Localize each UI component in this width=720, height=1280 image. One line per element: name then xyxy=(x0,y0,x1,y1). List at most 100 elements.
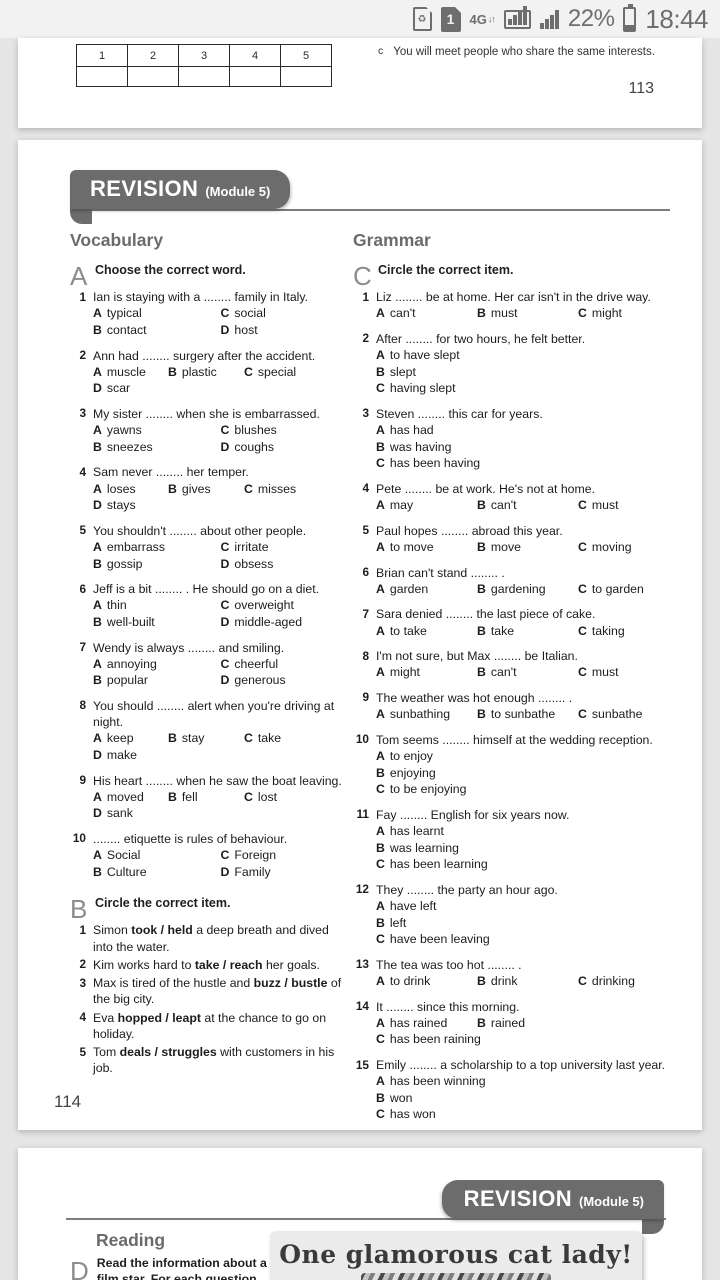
question-option[interactable]: Bcan't xyxy=(477,664,565,681)
question-option[interactable]: Bwell-built xyxy=(93,614,221,631)
question-option[interactable]: Amight xyxy=(376,664,464,681)
question-option[interactable]: Agarden xyxy=(376,581,464,598)
question-option[interactable]: A Social xyxy=(93,847,221,864)
question-option[interactable]: Csunbathe xyxy=(578,706,643,723)
question-option[interactable]: Amoved xyxy=(93,789,155,806)
choice-option-b[interactable]: struggles xyxy=(161,1045,216,1059)
question-option[interactable]: Acan't xyxy=(376,305,464,322)
choice-option-a[interactable]: hopped xyxy=(118,1011,162,1025)
choice-option-b[interactable]: bustle xyxy=(291,976,327,990)
question-option[interactable]: Cto be enjoying xyxy=(376,781,689,798)
question-option[interactable]: Aannoying xyxy=(93,656,221,673)
choice-option-b[interactable]: held xyxy=(168,923,193,937)
choice-option-b[interactable]: leapt xyxy=(172,1011,201,1025)
question-option[interactable]: Amay xyxy=(376,497,464,514)
question-option[interactable]: Cspecial xyxy=(244,364,314,381)
question-option[interactable]: Ahave left xyxy=(376,898,539,915)
question-option[interactable]: Ato have slept xyxy=(376,347,539,364)
answer-grid-cell[interactable] xyxy=(230,67,280,86)
question-option[interactable]: Bplastic xyxy=(168,364,231,381)
question-option[interactable]: Ahas learnt xyxy=(376,823,539,840)
question-option[interactable]: Bsneezes xyxy=(93,439,221,456)
question-option[interactable]: Coverweight xyxy=(221,597,349,614)
question-option[interactable]: Bto sunbathe xyxy=(477,706,565,723)
question-option[interactable]: Dmiddle-aged xyxy=(221,614,349,631)
previous-page-sheet[interactable]: 12345 c You will meet people who share t… xyxy=(18,38,702,128)
question-option[interactable]: Bgives xyxy=(168,481,231,498)
question-option[interactable]: Dgenerous xyxy=(221,672,349,689)
question-option[interactable]: Aloses xyxy=(93,481,155,498)
question-option[interactable]: Bwas having xyxy=(376,439,539,456)
question-option[interactable]: Btake xyxy=(477,623,565,640)
question-option[interactable]: Csocial xyxy=(221,305,349,322)
question-option[interactable]: Ahas been winning xyxy=(376,1073,539,1090)
main-page-sheet[interactable]: REVISION (Module 5) Vocabulary A Choose … xyxy=(18,140,702,1130)
question-option[interactable]: Cdrinking xyxy=(578,973,635,990)
question-option[interactable]: Bcan't xyxy=(477,497,565,514)
choice-option-a[interactable]: deals xyxy=(120,1045,151,1059)
question-option[interactable]: Ato take xyxy=(376,623,464,640)
question-option[interactable]: Bpopular xyxy=(93,672,221,689)
question-option[interactable]: Ctake xyxy=(244,730,314,747)
question-option[interactable]: Cmoving xyxy=(578,539,632,556)
question-option[interactable]: Ayawns xyxy=(93,422,221,439)
question-option[interactable]: Atypical xyxy=(93,305,221,322)
answer-grid-cell[interactable] xyxy=(128,67,178,86)
question-option[interactable]: Bslept xyxy=(376,364,539,381)
choice-option-a[interactable]: buzz xyxy=(254,976,281,990)
question-option[interactable]: Chave been leaving xyxy=(376,931,689,948)
question-option[interactable]: Dobsess xyxy=(221,556,349,573)
question-option[interactable]: Ccheerful xyxy=(221,656,349,673)
question-option[interactable]: Chaving slept xyxy=(376,380,689,397)
choice-option-a[interactable]: take xyxy=(195,958,220,972)
question-option[interactable]: Ato move xyxy=(376,539,464,556)
question-option[interactable]: Dsank xyxy=(93,805,133,822)
question-option[interactable]: Bwon xyxy=(376,1090,539,1107)
question-option[interactable]: Bcontact xyxy=(93,322,221,339)
question-option[interactable]: Ato drink xyxy=(376,973,464,990)
question-option[interactable]: B Culture xyxy=(93,864,221,881)
question-option[interactable]: Dstays xyxy=(93,497,136,514)
question-option[interactable]: Bdrink xyxy=(477,973,565,990)
question-option[interactable]: Bmust xyxy=(477,305,565,322)
question-option[interactable]: Cto garden xyxy=(578,581,644,598)
question-option[interactable]: Cmight xyxy=(578,305,622,322)
question-option[interactable]: Ahas rained xyxy=(376,1015,464,1032)
question-option[interactable]: Athin xyxy=(93,597,221,614)
question-option[interactable]: Dscar xyxy=(93,380,130,397)
answer-grid-cell[interactable] xyxy=(77,67,127,86)
question-option[interactable]: Bgossip xyxy=(93,556,221,573)
question-option[interactable]: D Family xyxy=(221,864,349,881)
question-option[interactable]: Amuscle xyxy=(93,364,155,381)
question-option[interactable]: Chas been having xyxy=(376,455,689,472)
question-option[interactable]: Cmisses xyxy=(244,481,314,498)
question-option[interactable]: Bgardening xyxy=(477,581,565,598)
question-option[interactable]: Bstay xyxy=(168,730,231,747)
choice-option-a[interactable]: took xyxy=(131,923,157,937)
question-option[interactable]: Akeep xyxy=(93,730,155,747)
question-option[interactable]: Brained xyxy=(477,1015,525,1032)
question-option[interactable]: Cirritate xyxy=(221,539,349,556)
question-option[interactable]: Bwas learning xyxy=(376,840,539,857)
question-option[interactable]: Aembarrass xyxy=(93,539,221,556)
question-option[interactable]: Asunbathing xyxy=(376,706,464,723)
question-option[interactable]: Bmove xyxy=(477,539,565,556)
question-option[interactable]: Bleft xyxy=(376,915,539,932)
question-option[interactable]: Cblushes xyxy=(221,422,349,439)
question-option[interactable]: Clost xyxy=(244,789,314,806)
question-option[interactable]: Ctaking xyxy=(578,623,625,640)
answer-grid-cell[interactable] xyxy=(179,67,229,86)
question-option[interactable]: Cmust xyxy=(578,664,619,681)
question-option[interactable]: Cmust xyxy=(578,497,619,514)
answer-grid-cell[interactable] xyxy=(281,67,331,86)
question-option[interactable]: Ato enjoy xyxy=(376,748,539,765)
question-option[interactable]: C Foreign xyxy=(221,847,349,864)
question-option[interactable]: Chas won xyxy=(376,1106,689,1123)
question-option[interactable]: Dcoughs xyxy=(221,439,349,456)
question-option[interactable]: Chas been raining xyxy=(376,1031,689,1048)
question-option[interactable]: Bfell xyxy=(168,789,231,806)
question-option[interactable]: Ahas had xyxy=(376,422,539,439)
question-option[interactable]: Benjoying xyxy=(376,765,539,782)
question-option[interactable]: Chas been learning xyxy=(376,856,689,873)
choice-option-b[interactable]: reach xyxy=(230,958,263,972)
